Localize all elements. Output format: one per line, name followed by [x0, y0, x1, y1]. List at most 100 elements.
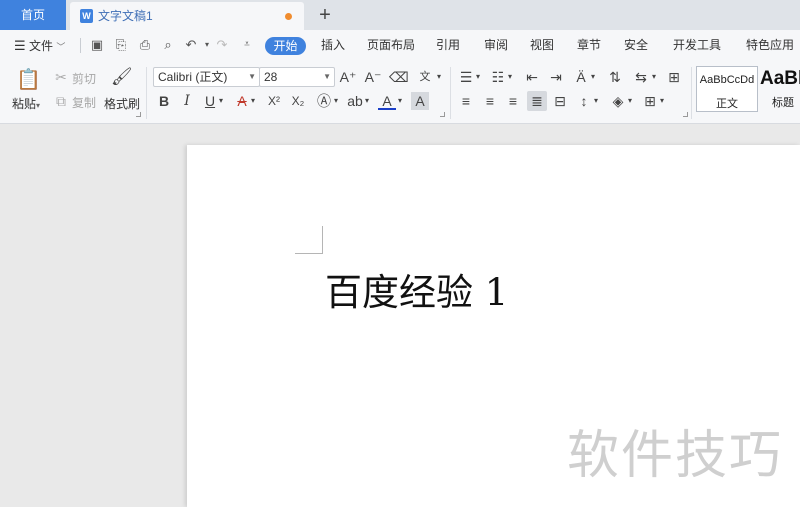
copy-icon: ⧉ — [56, 93, 66, 109]
align-left-icon[interactable]: ≡ — [457, 92, 475, 110]
menu-tab-review[interactable]: 审阅 — [484, 30, 508, 61]
chevron-down-icon: ▼ — [248, 72, 256, 81]
align-center-icon[interactable]: ≡ — [481, 92, 499, 110]
clear-format-icon[interactable]: ⌫ — [389, 68, 409, 86]
copy-button[interactable]: 复制 — [72, 94, 96, 111]
font-name-select[interactable]: Calibri (正文) ▼ — [153, 67, 260, 87]
bold-button[interactable]: B — [155, 92, 173, 110]
save-icon[interactable]: ▣ — [89, 37, 105, 53]
chevron-down-icon[interactable]: ▾ — [249, 92, 257, 110]
menu-tab-page-layout[interactable]: 页面布局 — [367, 30, 415, 61]
format-painter-icon[interactable]: 🖌 — [111, 68, 133, 90]
format-painter-button[interactable]: 格式刷 — [104, 95, 140, 112]
tab-document-title: 文字文稿1 — [98, 9, 153, 23]
paragraph-dialog-launcher[interactable] — [683, 112, 688, 117]
menu-tab-chapter[interactable]: 章节 — [577, 30, 601, 61]
document-page[interactable]: 百度经验 1 软件技巧 — [187, 145, 800, 507]
customize-toolbar-icon[interactable]: ⩡ — [239, 37, 255, 53]
style-title-sample: AaBl — [760, 68, 800, 89]
subscript-button[interactable]: X₂ — [288, 92, 308, 110]
paste-button[interactable]: 粘贴▾ — [12, 95, 40, 112]
tab-document[interactable]: W 文字文稿1 — [70, 2, 304, 30]
undo-icon[interactable]: ↶ — [183, 37, 199, 53]
text-effect-icon[interactable]: Ⓐ — [315, 92, 333, 110]
chevron-down-icon[interactable]: ▾ — [474, 68, 482, 86]
paste-icon[interactable]: 📋 — [16, 68, 41, 92]
chevron-down-icon[interactable]: ▾ — [626, 92, 634, 110]
shrink-font-button[interactable]: A⁻ — [364, 68, 382, 86]
table-grid-icon[interactable]: ⊞ — [665, 68, 683, 86]
chevron-down-icon[interactable]: ▾ — [658, 92, 666, 110]
tab-bar: 首页 W 文字文稿1 + — [0, 0, 800, 30]
borders-icon[interactable]: ⊞ — [641, 92, 659, 110]
chinese-layout-icon[interactable]: Ä — [572, 68, 590, 86]
chevron-down-icon[interactable]: ▾ — [332, 92, 340, 110]
divider — [146, 67, 147, 119]
export-pdf-icon[interactable]: ⎘ — [113, 37, 129, 53]
style-title[interactable]: AaBl 标题 — [760, 66, 800, 112]
menu-tab-references[interactable]: 引用 — [436, 30, 460, 61]
font-dialog-launcher[interactable] — [440, 112, 445, 117]
print-icon[interactable]: ⎙ — [137, 37, 153, 53]
chevron-down-icon[interactable]: ▾ — [217, 92, 225, 110]
justify-icon[interactable]: ≣ — [527, 91, 547, 111]
tab-home[interactable]: 首页 — [0, 0, 66, 30]
chevron-down-icon[interactable]: ▾ — [435, 68, 443, 86]
show-marks-icon[interactable]: ⇆ — [632, 68, 650, 86]
superscript-button[interactable]: X² — [264, 92, 284, 110]
chevron-down-icon: ﹀ — [56, 42, 66, 52]
clipboard-dialog-launcher[interactable] — [136, 112, 141, 117]
shading-icon[interactable]: ◈ — [609, 92, 627, 110]
margin-corner-mark — [295, 226, 323, 254]
chevron-down-icon[interactable]: ▾ — [363, 92, 371, 110]
divider — [80, 38, 81, 53]
menu-tab-insert[interactable]: 插入 — [321, 30, 345, 61]
chevron-down-icon[interactable]: ▾ — [396, 92, 404, 110]
font-name-value: Calibri (正文) — [158, 70, 228, 84]
menu-tab-security[interactable]: 安全 — [624, 30, 648, 61]
paste-label: 粘贴 — [12, 97, 37, 111]
chevron-down-icon[interactable]: ▾ — [650, 68, 658, 86]
italic-button[interactable]: I — [178, 92, 196, 110]
font-color-icon[interactable]: A — [378, 92, 396, 110]
font-size-value: 28 — [264, 70, 278, 84]
file-menu-button[interactable]: ☰ 文件 ﹀ — [14, 30, 65, 61]
unsaved-dot-icon — [285, 13, 292, 20]
menu-tab-developer[interactable]: 开发工具 — [673, 30, 721, 61]
grow-font-button[interactable]: A⁺ — [339, 68, 357, 86]
align-right-icon[interactable]: ≡ — [504, 92, 522, 110]
font-size-select[interactable]: 28 ▼ — [259, 67, 335, 87]
ribbon: 📋 粘贴▾ ✂ 剪切 ⧉ 复制 🖌 格式刷 Calibri (正文) ▼ 28 … — [0, 61, 800, 124]
menu-tab-view[interactable]: 视图 — [530, 30, 554, 61]
style-title-name: 标题 — [772, 97, 794, 109]
document-text[interactable]: 百度经验 1 — [325, 262, 508, 316]
undo-dropdown-icon[interactable]: ▾ — [199, 37, 215, 53]
style-normal[interactable]: AaBbCcDd 正文 — [696, 66, 758, 112]
chevron-down-icon[interactable]: ▾ — [589, 68, 597, 86]
new-tab-button[interactable]: + — [314, 3, 336, 27]
chevron-down-icon[interactable]: ▾ — [506, 68, 514, 86]
numbered-list-icon[interactable]: ☷ — [489, 68, 507, 86]
sort-icon[interactable]: ⇅ — [606, 68, 624, 86]
chevron-down-icon[interactable]: ▾ — [592, 92, 600, 110]
redo-icon[interactable]: ↷ — [214, 37, 230, 53]
print-preview-icon[interactable]: ⌕ — [160, 37, 176, 53]
cut-button[interactable]: 剪切 — [72, 70, 96, 87]
divider — [691, 67, 692, 119]
highlight-icon[interactable]: ab — [346, 92, 364, 110]
line-spacing-icon[interactable]: ↕ — [575, 92, 593, 110]
bullet-list-icon[interactable]: ☰ — [457, 68, 475, 86]
distributed-align-icon[interactable]: ⊟ — [551, 92, 569, 110]
character-shading-icon[interactable]: A — [411, 92, 429, 110]
phonetic-guide-icon[interactable]: 文 — [414, 68, 436, 86]
menu-bar: ☰ 文件 ﹀ ▣ ⎘ ⎙ ⌕ ↶ ▾ ↷ ⩡ 开始 插入 页面布局 引用 审阅 … — [0, 30, 800, 61]
menu-tab-home[interactable]: 开始 — [265, 37, 306, 55]
scissors-icon: ✂ — [55, 69, 67, 85]
decrease-indent-icon[interactable]: ⇤ — [523, 68, 541, 86]
menu-tab-special-apps[interactable]: 特色应用 — [746, 30, 794, 61]
writer-doc-icon: W — [80, 9, 93, 23]
file-menu-label: 文件 — [29, 39, 54, 53]
hamburger-icon: ☰ — [14, 38, 26, 53]
chevron-down-icon: ▼ — [323, 72, 331, 81]
increase-indent-icon[interactable]: ⇥ — [547, 68, 565, 86]
